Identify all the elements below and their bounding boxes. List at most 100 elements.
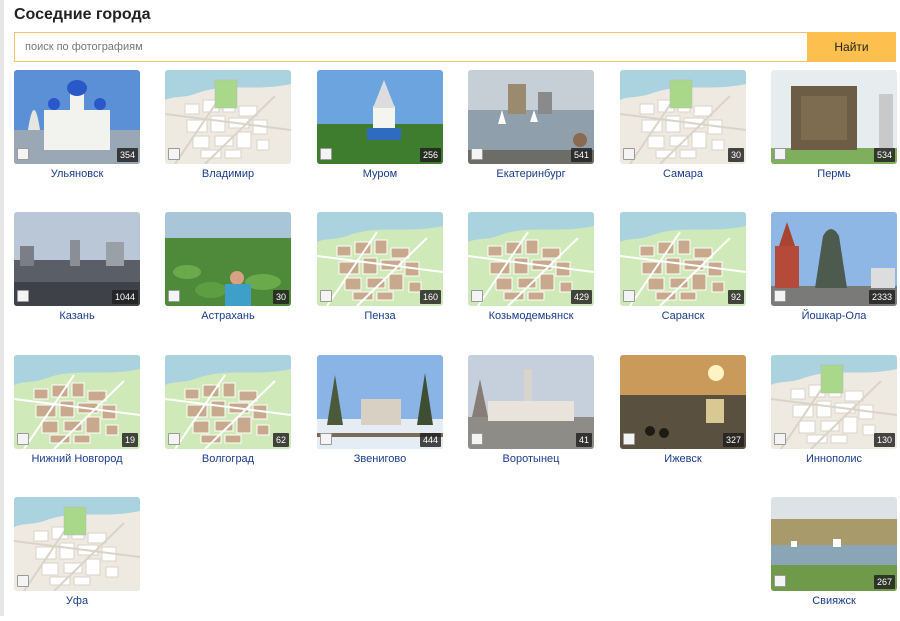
photo-count-badge: 19 (121, 433, 138, 447)
city-thumbnail[interactable]: 2333 (771, 212, 897, 306)
city-name-link[interactable]: Свияжск (751, 595, 900, 607)
city-tile[interactable]: 2333 Йошкар-Ола (771, 212, 897, 336)
city-tile[interactable]: 327 Ижевск (620, 355, 746, 479)
city-thumbnail[interactable]: 541 (468, 70, 594, 164)
city-thumbnail[interactable]: 534 (771, 70, 897, 164)
city-name-link[interactable]: Астрахань (145, 310, 311, 322)
photo-count-badge: 2333 (868, 290, 895, 304)
city-tile[interactable]: 41 Воротынец (468, 355, 594, 479)
city-tile[interactable]: 19 Нижний Новгород (14, 355, 140, 479)
city-name-link[interactable]: Козьмодемьянск (448, 310, 614, 322)
city-name-link[interactable]: Казань (0, 310, 160, 322)
city-tile[interactable]: 62 Волгоград (165, 355, 291, 479)
city-thumbnail[interactable]: 160 (317, 212, 443, 306)
city-name-link[interactable]: Самара (600, 168, 766, 180)
city-tile[interactable]: 267 Свияжск (771, 497, 897, 621)
city-tile[interactable]: 444 Звенигово (317, 355, 443, 479)
search-input[interactable] (14, 32, 807, 62)
search-bar: Найти (14, 32, 896, 62)
city-thumbnail[interactable]: 1044 (14, 212, 140, 306)
select-checkbox[interactable] (168, 433, 180, 445)
select-checkbox[interactable] (471, 290, 483, 302)
photo-count-badge: 267 (873, 575, 895, 589)
city-name-link[interactable]: Звенигово (297, 453, 463, 465)
photo-count-badge: 429 (570, 290, 592, 304)
photo-count-badge: 62 (272, 433, 289, 447)
city-name-link[interactable]: Воротынец (448, 453, 614, 465)
photo-count-badge: 30 (727, 148, 744, 162)
city-thumbnail[interactable]: 30 (165, 212, 291, 306)
city-thumbnail[interactable]: 30 (620, 70, 746, 164)
select-checkbox[interactable] (17, 148, 29, 160)
search-button[interactable]: Найти (807, 32, 896, 62)
photo-count-badge: 41 (575, 433, 592, 447)
select-checkbox[interactable] (17, 575, 29, 587)
select-checkbox[interactable] (17, 290, 29, 302)
city-name-link[interactable]: Йошкар-Ола (751, 310, 900, 322)
city-thumbnail[interactable]: 41 (468, 355, 594, 449)
select-checkbox[interactable] (774, 433, 786, 445)
city-tile[interactable]: 256 Муром (317, 70, 443, 194)
city-thumbnail[interactable]: 62 (165, 355, 291, 449)
city-thumbnail[interactable] (165, 70, 291, 164)
city-thumbnail[interactable]: 130 (771, 355, 897, 449)
city-tile[interactable]: 30 Самара (620, 70, 746, 194)
city-thumbnail[interactable]: 327 (620, 355, 746, 449)
select-checkbox[interactable] (774, 148, 786, 160)
photo-count-badge: 130 (873, 433, 895, 447)
select-checkbox[interactable] (168, 290, 180, 302)
photo-count-badge: 327 (722, 433, 744, 447)
city-name-link[interactable]: Владимир (145, 168, 311, 180)
photo-count-badge: 444 (419, 433, 441, 447)
photo-count-badge: 30 (272, 290, 289, 304)
city-name-link[interactable]: Нижний Новгород (0, 453, 160, 465)
photo-count-badge: 1044 (111, 290, 138, 304)
select-checkbox[interactable] (774, 290, 786, 302)
city-tile[interactable]: Уфа (14, 497, 140, 621)
city-name-link[interactable]: Иннополис (751, 453, 900, 465)
city-name-link[interactable]: Саранск (600, 310, 766, 322)
select-checkbox[interactable] (17, 433, 29, 445)
photo-count-badge: 534 (873, 148, 895, 162)
city-name-link[interactable]: Ижевск (600, 453, 766, 465)
select-checkbox[interactable] (320, 290, 332, 302)
city-tile[interactable]: 160 Пенза (317, 212, 443, 336)
photo-count-badge: 256 (419, 148, 441, 162)
city-tile[interactable]: 92 Саранск (620, 212, 746, 336)
city-thumbnail[interactable]: 92 (620, 212, 746, 306)
select-checkbox[interactable] (623, 290, 635, 302)
city-tile[interactable]: 354 Ульяновск (14, 70, 140, 194)
city-tile[interactable]: 541 Екатеринбург (468, 70, 594, 194)
photo-count-badge: 160 (419, 290, 441, 304)
city-tile[interactable]: Владимир (165, 70, 291, 194)
city-tile[interactable]: 429 Козьмодемьянск (468, 212, 594, 336)
page-title: Соседние города (14, 6, 151, 23)
select-checkbox[interactable] (471, 148, 483, 160)
select-checkbox[interactable] (623, 433, 635, 445)
city-name-link[interactable]: Ульяновск (0, 168, 160, 180)
city-thumbnail[interactable]: 19 (14, 355, 140, 449)
city-tile[interactable]: 30 Астрахань (165, 212, 291, 336)
city-thumbnail[interactable]: 429 (468, 212, 594, 306)
city-tile[interactable]: 1044 Казань (14, 212, 140, 336)
select-checkbox[interactable] (320, 433, 332, 445)
city-thumbnail[interactable] (14, 497, 140, 591)
select-checkbox[interactable] (623, 148, 635, 160)
city-name-link[interactable]: Пенза (297, 310, 463, 322)
select-checkbox[interactable] (168, 148, 180, 160)
city-thumbnail[interactable]: 444 (317, 355, 443, 449)
city-name-link[interactable]: Екатеринбург (448, 168, 614, 180)
select-checkbox[interactable] (471, 433, 483, 445)
city-name-link[interactable]: Уфа (0, 595, 160, 607)
city-thumbnail[interactable]: 256 (317, 70, 443, 164)
select-checkbox[interactable] (320, 148, 332, 160)
city-name-link[interactable]: Пермь (751, 168, 900, 180)
city-thumbnail[interactable]: 267 (771, 497, 897, 591)
city-tile[interactable]: 534 Пермь (771, 70, 897, 194)
city-name-link[interactable]: Муром (297, 168, 463, 180)
photo-count-badge: 354 (116, 148, 138, 162)
select-checkbox[interactable] (774, 575, 786, 587)
city-thumbnail[interactable]: 354 (14, 70, 140, 164)
city-name-link[interactable]: Волгоград (145, 453, 311, 465)
city-tile[interactable]: 130 Иннополис (771, 355, 897, 479)
